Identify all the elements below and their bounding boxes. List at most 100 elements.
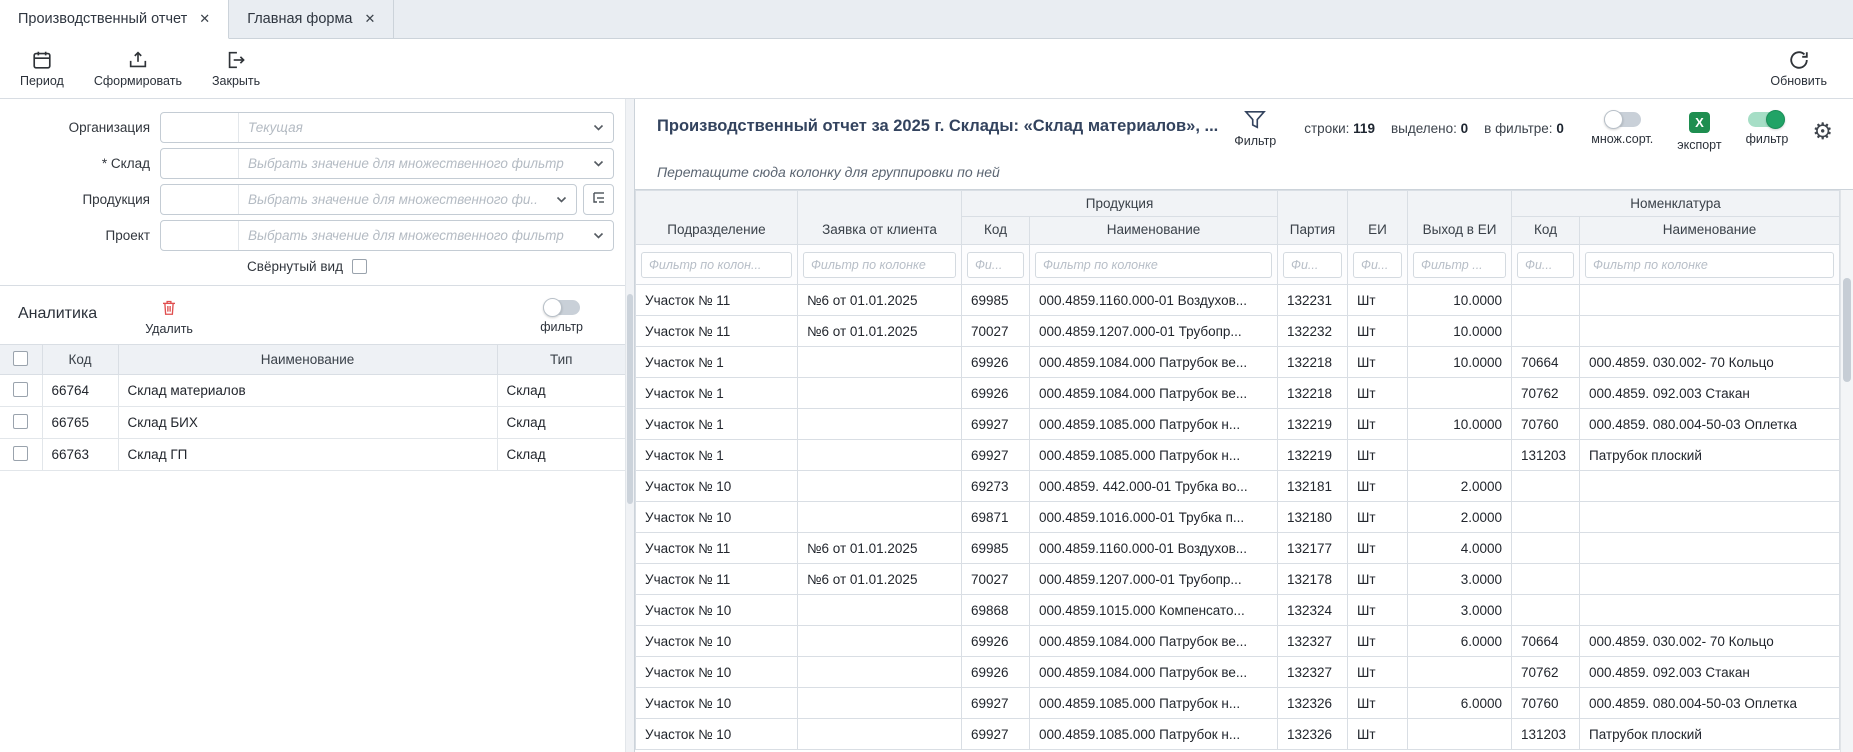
grid-cell[interactable]: [1580, 533, 1840, 564]
grid-cell[interactable]: [798, 595, 962, 626]
analytics-col-name[interactable]: Наименование: [118, 345, 497, 375]
grid-cell[interactable]: 000.4859. 080.004-50-03 Оплетка: [1580, 688, 1840, 719]
grid-cell[interactable]: 132177: [1278, 533, 1348, 564]
period-button[interactable]: Период: [10, 46, 74, 91]
grid-cell[interactable]: [1408, 440, 1512, 471]
grid-cell[interactable]: Шт: [1348, 285, 1408, 316]
grid-cell[interactable]: №6 от 01.01.2025: [798, 316, 962, 347]
tab-close-icon[interactable]: ✕: [199, 11, 210, 27]
grid-cell[interactable]: [798, 502, 962, 533]
chevron-down-icon[interactable]: [546, 185, 576, 214]
grid-cell[interactable]: 131203: [1512, 719, 1580, 750]
organization-field[interactable]: [160, 112, 614, 143]
grid-cell[interactable]: [1580, 502, 1840, 533]
grid-cell[interactable]: 69926: [962, 657, 1030, 688]
grid-cell[interactable]: [1580, 316, 1840, 347]
grid-cell[interactable]: 69927: [962, 440, 1030, 471]
grid-cell[interactable]: Участок № 10: [636, 471, 798, 502]
grid-cell[interactable]: Шт: [1348, 440, 1408, 471]
grid-cell[interactable]: Участок № 11: [636, 285, 798, 316]
vertical-scrollbar[interactable]: [1840, 190, 1853, 752]
grid-cell[interactable]: [798, 440, 962, 471]
grid-cell[interactable]: 132180: [1278, 502, 1348, 533]
analytics-col-type[interactable]: Тип: [497, 345, 625, 375]
grid-cell[interactable]: №6 от 01.01.2025: [798, 564, 962, 595]
collapsed-view-checkbox[interactable]: [352, 259, 367, 274]
analytics-cell[interactable]: Склад: [497, 375, 625, 407]
generate-button[interactable]: Сформировать: [84, 46, 192, 91]
col-unit[interactable]: ЕИ: [1348, 191, 1408, 245]
grid-cell[interactable]: 10.0000: [1408, 347, 1512, 378]
grid-filter-toggle[interactable]: [1748, 112, 1785, 127]
grid-cell[interactable]: Участок № 11: [636, 533, 798, 564]
tab-production-report[interactable]: Производственный отчет ✕: [0, 0, 229, 39]
warehouse-code-subfield[interactable]: [161, 149, 239, 178]
grid-cell[interactable]: [1408, 719, 1512, 750]
grid-cell[interactable]: 69868: [962, 595, 1030, 626]
grid-cell[interactable]: 132327: [1278, 657, 1348, 688]
row-checkbox[interactable]: [13, 414, 28, 429]
col-client-order[interactable]: Заявка от клиента: [798, 191, 962, 245]
col-nomenclature-code[interactable]: Код: [1512, 217, 1580, 245]
grid-cell[interactable]: Участок № 10: [636, 657, 798, 688]
grid-cell[interactable]: Патрубок плоский: [1580, 719, 1840, 750]
grid-row[interactable]: Участок № 11№6 от 01.01.202570027000.485…: [636, 316, 1840, 347]
grid-cell[interactable]: 69273: [962, 471, 1030, 502]
grid-cell[interactable]: [1512, 533, 1580, 564]
grid-cell[interactable]: 000.4859.1207.000-01 Трубопр...: [1030, 316, 1278, 347]
grid-cell[interactable]: 10.0000: [1408, 409, 1512, 440]
close-button[interactable]: Закрыть: [202, 46, 270, 91]
grid-cell[interactable]: 000.4859.1085.000 Патрубок н...: [1030, 409, 1278, 440]
analytics-cell[interactable]: Склад: [497, 439, 625, 471]
column-filter-input[interactable]: [1353, 252, 1402, 278]
tab-close-icon[interactable]: ✕: [365, 11, 376, 27]
grid-cell[interactable]: Шт: [1348, 316, 1408, 347]
grid-cell[interactable]: 000.4859.1016.000-01 Трубка п...: [1030, 502, 1278, 533]
select-all-checkbox[interactable]: [13, 351, 28, 366]
settings-gear-icon[interactable]: ⚙: [1812, 112, 1833, 143]
grid-cell[interactable]: Шт: [1348, 688, 1408, 719]
grid-cell[interactable]: 69926: [962, 347, 1030, 378]
grid-cell[interactable]: Участок № 10: [636, 502, 798, 533]
grid-cell[interactable]: 132218: [1278, 347, 1348, 378]
column-filter-input[interactable]: [803, 252, 956, 278]
analytics-cell[interactable]: Склад ГП: [118, 439, 497, 471]
grid-cell[interactable]: [798, 347, 962, 378]
grid-cell[interactable]: 10.0000: [1408, 285, 1512, 316]
column-filter-input[interactable]: [967, 252, 1024, 278]
grid-cell[interactable]: Шт: [1348, 378, 1408, 409]
grid-cell[interactable]: 000.4859. 030.002- 70 Кольцо: [1580, 626, 1840, 657]
grid-cell[interactable]: 132324: [1278, 595, 1348, 626]
column-filter-input[interactable]: [1585, 252, 1834, 278]
grid-cell[interactable]: [1512, 285, 1580, 316]
multi-sort-toggle[interactable]: [1604, 112, 1641, 127]
chevron-down-icon[interactable]: [583, 113, 613, 142]
grid-cell[interactable]: [1408, 378, 1512, 409]
grid-cell[interactable]: [1580, 471, 1840, 502]
grid-row[interactable]: Участок № 1069871000.4859.1016.000-01 Тр…: [636, 502, 1840, 533]
row-checkbox[interactable]: [13, 382, 28, 397]
grid-cell[interactable]: Участок № 10: [636, 626, 798, 657]
refresh-button[interactable]: Обновить: [1760, 46, 1837, 91]
grid-cell[interactable]: [798, 378, 962, 409]
grid-cell[interactable]: 131203: [1512, 440, 1580, 471]
analytics-cell[interactable]: 66765: [42, 407, 118, 439]
grid-cell[interactable]: 000.4859. 030.002- 70 Кольцо: [1580, 347, 1840, 378]
grid-row[interactable]: Участок № 11№6 от 01.01.202570027000.485…: [636, 564, 1840, 595]
grid-cell[interactable]: [798, 409, 962, 440]
tab-main-form[interactable]: Главная форма ✕: [229, 0, 394, 38]
grid-cell[interactable]: 69927: [962, 688, 1030, 719]
grid-cell[interactable]: 3.0000: [1408, 595, 1512, 626]
grid-cell[interactable]: 132219: [1278, 440, 1348, 471]
grid-cell[interactable]: [1512, 502, 1580, 533]
grid-cell[interactable]: 000.4859. 080.004-50-03 Оплетка: [1580, 409, 1840, 440]
delete-button[interactable]: Удалить: [145, 296, 193, 336]
grid-cell[interactable]: 132219: [1278, 409, 1348, 440]
panel-splitter-scrollbar[interactable]: [625, 99, 635, 752]
grid-cell[interactable]: 70760: [1512, 688, 1580, 719]
grid-cell[interactable]: 000.4859.1084.000 Патрубок ве...: [1030, 347, 1278, 378]
grid-row[interactable]: Участок № 1069927000.4859.1085.000 Патру…: [636, 688, 1840, 719]
production-field[interactable]: [160, 184, 577, 215]
grid-cell[interactable]: №6 от 01.01.2025: [798, 533, 962, 564]
analytics-cell[interactable]: Склад БИХ: [118, 407, 497, 439]
